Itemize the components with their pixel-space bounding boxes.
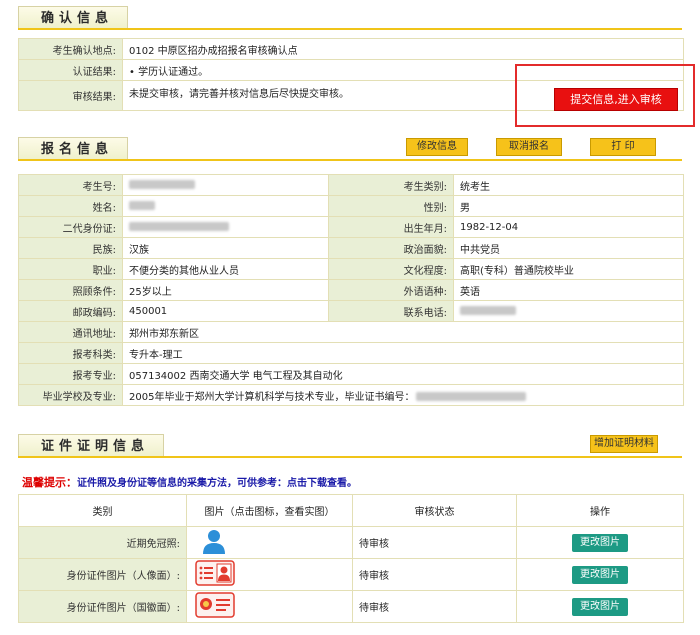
signup-section-header: 报名信息	[18, 137, 682, 161]
graduation-text: 2005年毕业于郑州大学计算机科学与技术专业，毕业证书编号：	[129, 391, 415, 403]
id-back-action-cell: 更改图片	[516, 590, 684, 623]
cert-section-title: 证件证明信息	[18, 434, 165, 458]
photo-category: 近期免冠照:	[18, 526, 187, 559]
exam-no-value	[122, 174, 329, 196]
subject-category-value: 专升本-理工	[122, 342, 684, 364]
care-condition-value: 25岁以上	[122, 279, 329, 301]
politics-value: 中共党员	[453, 237, 684, 259]
change-photo-button[interactable]: 更改图片	[572, 533, 628, 552]
gender-value: 男	[453, 195, 684, 217]
header-picture: 图片（点击图标，查看实图）	[186, 494, 353, 527]
birth-value: 1982-12-04	[453, 216, 684, 238]
language-label: 外语语种:	[328, 279, 454, 301]
confirm-location-value: 0102 中原区招办成招报名审核确认点	[122, 38, 684, 60]
cert-table: 类别 图片（点击图标，查看实图） 审核状态 操作 近期免冠照: 待审核 更改图片…	[18, 494, 684, 623]
signup-table: 考生号: 考生类别: 统考生 姓名: 性别: 男 二代身份证: 出生年月: 19…	[18, 174, 684, 406]
id-card-value	[122, 216, 329, 238]
section-divider	[18, 28, 682, 30]
phone-label: 联系电话:	[328, 300, 454, 322]
review-result-label: 审核结果:	[18, 80, 123, 111]
phone-value	[453, 300, 684, 322]
major-value: 057134002 西南交通大学 电气工程及其自动化	[122, 363, 684, 385]
id-card-label: 二代身份证:	[18, 216, 123, 238]
language-value: 英语	[453, 279, 684, 301]
header-category: 类别	[18, 494, 187, 527]
education-label: 文化程度:	[328, 258, 454, 280]
subject-category-label: 报考科类:	[18, 342, 123, 364]
photo-status: 待审核	[352, 526, 517, 559]
confirm-location-label: 考生确认地点:	[18, 38, 123, 60]
gender-label: 性别:	[328, 195, 454, 217]
confirm-section-title: 确认信息	[18, 6, 129, 30]
graduation-label: 毕业学校及专业:	[18, 384, 123, 406]
id-card-back-icon[interactable]	[195, 592, 235, 618]
print-button[interactable]: 打 印	[590, 138, 656, 156]
address-value: 郑州市郑东新区	[122, 321, 684, 343]
occupation-value: 不便分类的其他从业人员	[122, 258, 329, 280]
cert-result-label: 认证结果:	[18, 59, 123, 81]
id-back-status: 待审核	[352, 590, 517, 623]
graduation-value: 2005年毕业于郑州大学计算机科学与技术专业，毕业证书编号：	[122, 384, 684, 406]
id-front-picture-cell	[186, 558, 353, 591]
section-divider	[18, 456, 682, 458]
ethnicity-label: 民族:	[18, 237, 123, 259]
id-back-picture-cell	[186, 590, 353, 623]
postcode-label: 邮政编码:	[18, 300, 123, 322]
tip-link[interactable]: 证件照及身份证等信息的采集方法，可供参考：点击下载查看。	[77, 478, 357, 489]
education-value: 高职(专科）普通院校毕业	[453, 258, 684, 280]
cancel-signup-button[interactable]: 取消报名	[496, 138, 562, 156]
change-id-back-button[interactable]: 更改图片	[572, 597, 628, 616]
header-action: 操作	[516, 494, 684, 527]
id-front-category: 身份证件图片（人像面）:	[18, 558, 187, 591]
care-condition-label: 照顾条件:	[18, 279, 123, 301]
cert-section-header: 证件证明信息	[18, 434, 682, 458]
politics-label: 政治面貌:	[328, 237, 454, 259]
edit-info-button[interactable]: 修改信息	[406, 138, 468, 156]
tip-line: 温馨提示：证件照及身份证等信息的采集方法，可供参考：点击下载查看。	[22, 474, 357, 490]
postcode-value: 450001	[122, 300, 329, 322]
photo-action-cell: 更改图片	[516, 526, 684, 559]
exam-no-label: 考生号:	[18, 174, 123, 196]
name-label: 姓名:	[18, 195, 123, 217]
tip-prefix: 温馨提示：	[22, 476, 77, 489]
id-front-status: 待审核	[352, 558, 517, 591]
signup-section-title: 报名信息	[18, 137, 129, 161]
add-material-button[interactable]: 增加证明材料	[590, 435, 658, 453]
birth-label: 出生年月:	[328, 216, 454, 238]
name-value	[122, 195, 329, 217]
major-label: 报考专业:	[18, 363, 123, 385]
section-divider	[18, 159, 682, 161]
photo-picture-cell	[186, 526, 353, 559]
occupation-label: 职业:	[18, 258, 123, 280]
id-front-action-cell: 更改图片	[516, 558, 684, 591]
exam-type-value: 统考生	[453, 174, 684, 196]
confirm-section-header: 确认信息	[18, 6, 682, 30]
id-card-front-icon[interactable]	[195, 560, 235, 586]
ethnicity-value: 汉族	[122, 237, 329, 259]
person-icon[interactable]	[201, 528, 227, 554]
header-status: 审核状态	[352, 494, 517, 527]
address-label: 通讯地址:	[18, 321, 123, 343]
id-back-category: 身份证件图片（国徽面）:	[18, 590, 187, 623]
change-id-front-button[interactable]: 更改图片	[572, 565, 628, 584]
submit-review-button[interactable]: 提交信息,进入审核	[554, 88, 678, 111]
exam-type-label: 考生类别:	[328, 174, 454, 196]
